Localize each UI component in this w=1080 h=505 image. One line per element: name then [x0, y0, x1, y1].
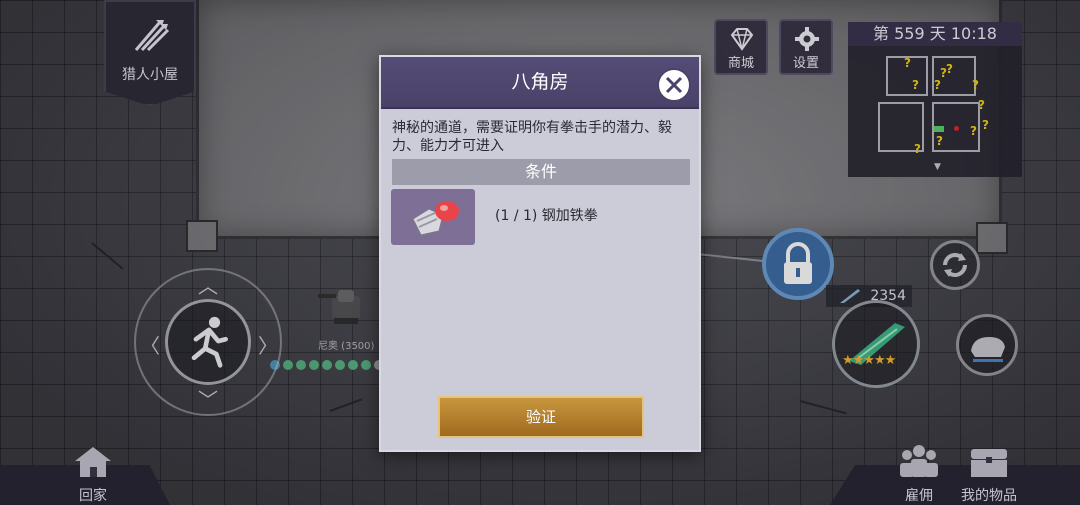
condition-text: (1 / 1) 钢加铁拳 [495, 208, 598, 224]
required-item-slot[interactable] [391, 189, 475, 245]
verify-button[interactable]: 验证 [438, 396, 644, 438]
dialog-title: 八角房 [511, 71, 569, 93]
boxing-glove-icon [412, 201, 459, 236]
close-icon [665, 76, 683, 94]
dialog-description: 神秘的通道，需要证明你有拳击手的潜力、毅力、能力才可进入 [392, 120, 672, 154]
room-dialog: 八角房 神秘的通道，需要证明你有拳击手的潜力、毅力、能力才可进入 条件 (1 /… [379, 55, 701, 452]
dialog-header: 八角房 [381, 57, 699, 109]
close-button[interactable] [657, 68, 691, 102]
conditions-header: 条件 [392, 159, 690, 185]
